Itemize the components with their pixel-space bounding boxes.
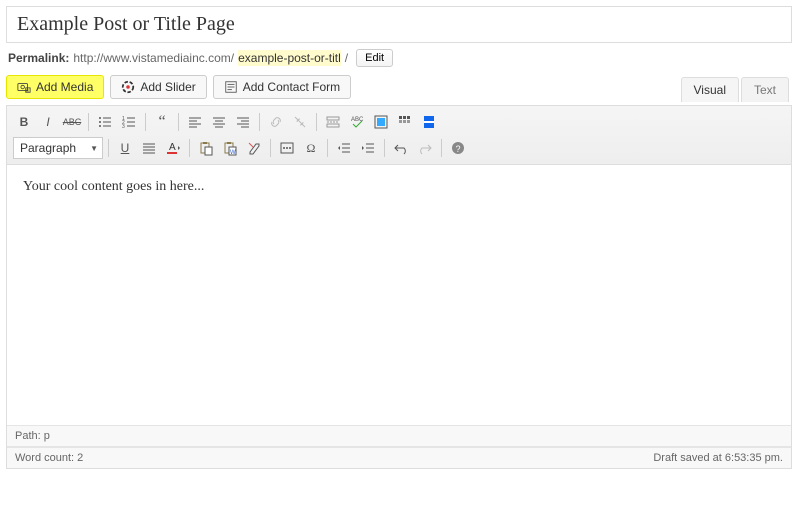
redo-icon[interactable] xyxy=(414,137,436,159)
add-contact-form-button[interactable]: Add Contact Form xyxy=(213,75,351,99)
add-media-button[interactable]: Add Media xyxy=(6,75,104,99)
embed-icon[interactable] xyxy=(276,137,298,159)
bold-icon[interactable]: B xyxy=(13,111,35,133)
permalink-base: http://www.vistamediainc.com/ xyxy=(73,51,234,65)
permalink-slug[interactable]: example-post-or-titl xyxy=(238,50,341,66)
svg-text:A: A xyxy=(169,142,176,153)
slider-icon xyxy=(121,80,135,94)
editor: B I ABC 123 “ ABC Paragraph U xyxy=(6,105,792,469)
paste-word-icon[interactable]: W xyxy=(219,137,241,159)
add-contact-label: Add Contact Form xyxy=(243,80,340,94)
clear-format-icon[interactable] xyxy=(243,137,265,159)
more-icon[interactable] xyxy=(322,111,344,133)
add-slider-label: Add Slider xyxy=(140,80,195,94)
svg-text:3: 3 xyxy=(122,124,125,130)
format-select[interactable]: Paragraph xyxy=(13,137,103,159)
svg-text:?: ? xyxy=(456,144,461,154)
paste-icon[interactable] xyxy=(195,137,217,159)
align-right-icon[interactable] xyxy=(232,111,254,133)
tab-text[interactable]: Text xyxy=(741,77,789,102)
link-icon[interactable] xyxy=(265,111,287,133)
draft-saved: Draft saved at 6:53:35 pm. xyxy=(653,452,783,464)
form-icon xyxy=(224,80,238,94)
pagebreak-icon[interactable] xyxy=(418,111,440,133)
italic-icon[interactable]: I xyxy=(37,111,59,133)
content-area[interactable]: Your cool content goes in here... xyxy=(7,165,791,425)
unlink-icon[interactable] xyxy=(289,111,311,133)
undo-icon[interactable] xyxy=(390,137,412,159)
add-media-label: Add Media xyxy=(36,80,93,94)
spellcheck-icon[interactable]: ABC xyxy=(346,111,368,133)
editor-toolbar: B I ABC 123 “ ABC Paragraph U xyxy=(7,106,791,165)
strike-icon[interactable]: ABC xyxy=(61,111,83,133)
word-count: Word count: 2 xyxy=(15,452,83,464)
help-icon[interactable]: ? xyxy=(447,137,469,159)
quote-icon[interactable]: “ xyxy=(151,111,173,133)
permalink-edit-button[interactable]: Edit xyxy=(356,49,393,67)
camera-icon xyxy=(17,80,31,94)
textcolor-icon[interactable]: A xyxy=(162,137,184,159)
ol-icon[interactable]: 123 xyxy=(118,111,140,133)
svg-text:W: W xyxy=(230,150,236,156)
align-left-icon[interactable] xyxy=(184,111,206,133)
add-slider-button[interactable]: Add Slider xyxy=(110,75,206,99)
tab-visual[interactable]: Visual xyxy=(681,77,739,102)
svg-text:ABC: ABC xyxy=(351,117,364,123)
indent-icon[interactable] xyxy=(357,137,379,159)
justify-icon[interactable] xyxy=(138,137,160,159)
permalink-row: Permalink: http://www.vistamediainc.com/… xyxy=(6,43,792,75)
post-title-input[interactable] xyxy=(6,6,792,43)
char-icon[interactable]: Ω xyxy=(300,137,322,159)
outdent-icon[interactable] xyxy=(333,137,355,159)
fullscreen-icon[interactable] xyxy=(370,111,392,133)
permalink-label: Permalink: xyxy=(8,51,69,65)
ul-icon[interactable] xyxy=(94,111,116,133)
editor-path: Path: p xyxy=(7,426,791,447)
align-center-icon[interactable] xyxy=(208,111,230,133)
kitchen-sink-icon[interactable] xyxy=(394,111,416,133)
underline-icon[interactable]: U xyxy=(114,137,136,159)
